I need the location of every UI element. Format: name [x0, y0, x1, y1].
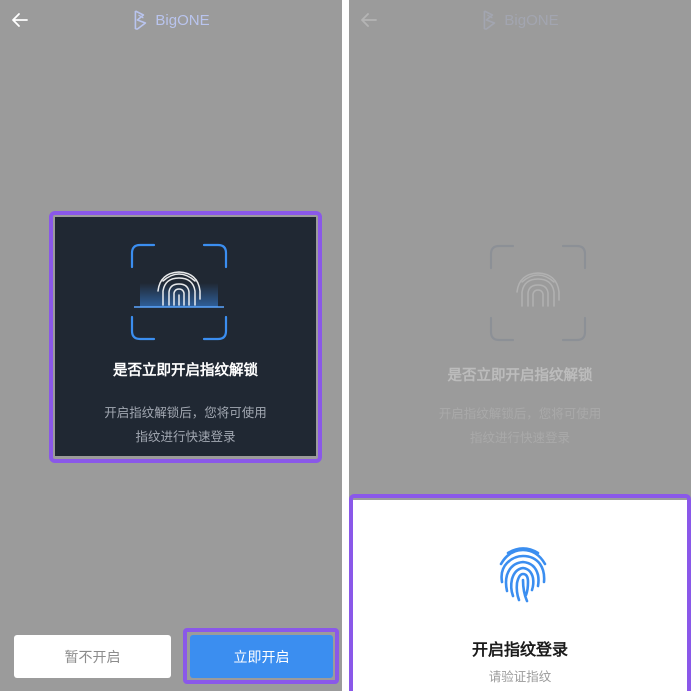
- left-screen: BigONE 是否立即开启指纹解锁 开启指纹解锁后，您将可使用 指纹进行快速登录…: [0, 0, 342, 691]
- arrow-left-icon[interactable]: [10, 10, 30, 30]
- sheet-title: 开启指纹登录: [471, 640, 568, 659]
- arrow-left-icon: [361, 13, 377, 27]
- logo-text: BigONE: [155, 11, 210, 29]
- description-line-1: 开启指纹解锁后，您将可使用: [104, 405, 267, 420]
- bigone-logo-icon: [483, 10, 496, 30]
- not-now-button[interactable]: 暂不开启: [14, 635, 171, 678]
- background-dialog-description: 开启指纹解锁后，您将可使用 指纹进行快速登录: [349, 402, 691, 450]
- app-logo: BigONE: [481, 9, 559, 31]
- fingerprint-icon[interactable]: [496, 544, 550, 604]
- enable-now-button[interactable]: 立即开启: [190, 635, 333, 678]
- fingerprint-scan-icon: [130, 243, 228, 341]
- app-logo: BigONE: [132, 9, 210, 31]
- sheet-subtitle: 请验证指纹: [488, 669, 552, 684]
- fingerprint-verify-sheet: 开启指纹登录 请验证指纹: [353, 500, 687, 691]
- logo-text: BigONE: [504, 11, 559, 29]
- description-line-2: 指纹进行快速登录: [135, 429, 236, 444]
- right-screen: BigONE 是否立即开启指纹解锁 开启指纹解锁后，您将可使用 指纹进行快速登录: [349, 0, 691, 691]
- header: BigONE: [349, 0, 691, 44]
- bigone-logo-icon: [134, 10, 147, 30]
- dialog-title: 是否立即开启指纹解锁: [113, 363, 258, 379]
- fingerprint-unlock-dialog: 是否立即开启指纹解锁 开启指纹解锁后，您将可使用 指纹进行快速登录: [55, 217, 316, 456]
- fingerprint-scan-icon: [489, 244, 587, 342]
- background-dialog-title: 是否立即开启指纹解锁: [447, 368, 593, 384]
- dialog-description: 开启指纹解锁后，您将可使用 指纹进行快速登录: [55, 401, 316, 449]
- header: BigONE: [0, 0, 342, 44]
- description-line-1: 开启指纹解锁后，您将可使用: [438, 406, 602, 421]
- description-line-2: 指纹进行快速登录: [469, 430, 570, 445]
